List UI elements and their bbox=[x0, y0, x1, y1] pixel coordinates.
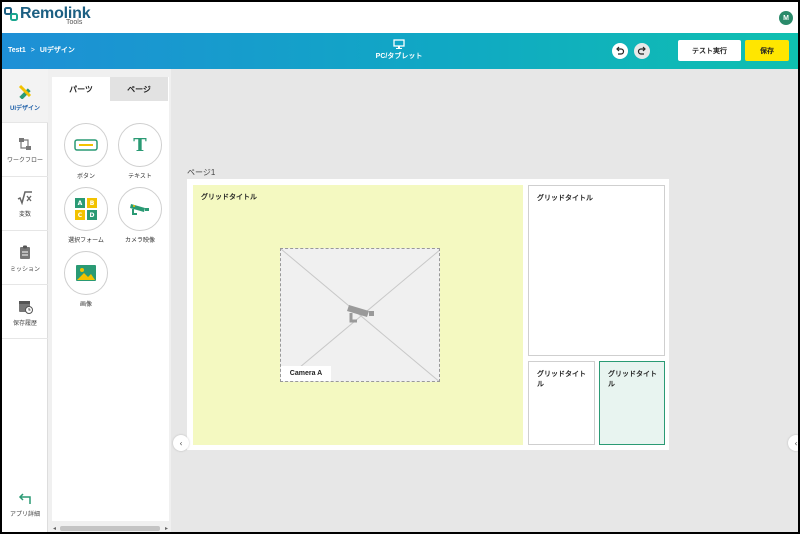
part-label: 画像 bbox=[79, 302, 92, 308]
grid-title: グリッドタイトル bbox=[201, 194, 257, 201]
button-icon bbox=[74, 139, 98, 151]
part-text[interactable]: T テキスト bbox=[116, 123, 164, 180]
scrollbar-thumb[interactable] bbox=[60, 526, 160, 531]
part-label: ボタン bbox=[76, 174, 95, 180]
scroll-right-arrow-icon[interactable]: ▸ bbox=[165, 525, 168, 532]
undo-icon bbox=[616, 46, 625, 55]
nav-item-workflow[interactable]: ワークフロー bbox=[2, 123, 48, 177]
text-icon: T bbox=[133, 134, 147, 156]
scroll-left-arrow-icon[interactable]: ◂ bbox=[53, 525, 56, 532]
nav-label: 変数 bbox=[18, 212, 31, 218]
part-camera-circle bbox=[118, 187, 162, 231]
grid-right-top[interactable]: グリッドタイトル bbox=[528, 185, 665, 356]
part-image-circle bbox=[64, 251, 108, 295]
part-button[interactable]: ボタン bbox=[62, 123, 110, 180]
camera-icon bbox=[130, 204, 149, 215]
camera-placeholder bbox=[281, 249, 439, 381]
page-label: ページ1 bbox=[187, 168, 216, 177]
redo-icon bbox=[637, 46, 646, 55]
clipboard-icon bbox=[20, 245, 30, 259]
nav-label: UIデザイン bbox=[9, 106, 40, 112]
design-canvas: ページ1 グリッドタイトル Camera A グリッドタイトル グリッドタイトル… bbox=[171, 69, 798, 532]
breadcrumb: Test1 > UIデザイン bbox=[8, 45, 75, 55]
chevron-left-icon: ‹ bbox=[794, 438, 798, 448]
collapse-left-button[interactable]: ‹ bbox=[173, 435, 189, 451]
tab-parts[interactable]: パーツ bbox=[52, 77, 110, 101]
parts-panel: パーツ ページ ボタン T テキスト A B C D 選択フォーム カメラ映像 … bbox=[48, 69, 171, 532]
grid-right-bottom-right-selected[interactable]: グリッドタイトル bbox=[599, 361, 665, 445]
collapse-right-button[interactable]: ‹ bbox=[788, 435, 798, 451]
remolink-logo-icon bbox=[4, 7, 18, 21]
undo-button[interactable] bbox=[612, 43, 628, 59]
nav-item-variables[interactable]: 変数 bbox=[2, 177, 48, 231]
grid-main[interactable]: グリッドタイトル Camera A bbox=[193, 185, 523, 445]
breadcrumb-separator: > bbox=[30, 46, 35, 54]
app-window: Remolink Tools M Test1 > UIデザイン PC/タブレット bbox=[2, 2, 798, 532]
nav-item-history[interactable]: 保存履歴 bbox=[2, 285, 48, 339]
nav-item-ui-design[interactable]: UIデザイン bbox=[2, 69, 48, 123]
nav-label: ワークフロー bbox=[6, 158, 43, 164]
breadcrumb-project[interactable]: Test1 bbox=[8, 47, 26, 54]
app-detail-label: アプリ詳細 bbox=[9, 512, 40, 518]
device-label: PC/タブレット bbox=[375, 53, 423, 60]
parts-panel-body: パーツ ページ ボタン T テキスト A B C D 選択フォーム カメラ映像 … bbox=[52, 77, 169, 521]
workflow-icon bbox=[19, 138, 31, 150]
monitor-icon bbox=[393, 39, 405, 49]
save-button[interactable]: 保存 bbox=[745, 40, 789, 61]
breadcrumb-current: UIデザイン bbox=[39, 47, 75, 54]
part-label: カメラ映像 bbox=[124, 238, 155, 244]
nav-item-mission[interactable]: ミッション bbox=[2, 231, 48, 285]
editor-header: Test1 > UIデザイン PC/タブレット テスト実行 保存 bbox=[2, 33, 798, 71]
tab-pages[interactable]: ページ bbox=[110, 77, 168, 101]
part-text-circle: T bbox=[118, 123, 162, 167]
nav-label: ミッション bbox=[9, 267, 40, 273]
panel-horizontal-scrollbar[interactable]: ◂ ▸ bbox=[52, 525, 169, 532]
device-selector[interactable]: PC/タブレット bbox=[372, 39, 426, 71]
left-nav: UIデザイン ワークフロー 変数 ミッション 保存履歴 アプリ詳細 bbox=[2, 69, 48, 532]
user-avatar[interactable]: M bbox=[779, 11, 793, 25]
page-frame[interactable]: グリッドタイトル Camera A グリッドタイトル グリッドタイトル グリッド… bbox=[187, 179, 669, 450]
grid-title: グリッドタイトル bbox=[537, 195, 593, 202]
chevron-left-icon: ‹ bbox=[179, 438, 183, 448]
select-form-icon: A B C D bbox=[75, 198, 97, 220]
grid-title: グリッドタイトル bbox=[537, 371, 586, 388]
part-label: テキスト bbox=[128, 174, 152, 180]
part-image[interactable]: 画像 bbox=[62, 251, 110, 308]
image-icon bbox=[76, 265, 96, 281]
calendar-clock-icon bbox=[18, 301, 33, 314]
grid-right-bottom-left[interactable]: グリッドタイトル bbox=[528, 361, 595, 445]
part-camera[interactable]: カメラ映像 bbox=[116, 187, 164, 244]
part-select-circle: A B C D bbox=[64, 187, 108, 231]
camera-label: Camera A bbox=[281, 366, 331, 381]
nav-label: 保存履歴 bbox=[12, 321, 37, 327]
sqrt-icon bbox=[17, 191, 32, 205]
back-arrow-icon bbox=[18, 493, 31, 504]
select-cell-a: A bbox=[75, 198, 85, 208]
panel-tabs: パーツ ページ bbox=[52, 77, 169, 101]
select-cell-b: B bbox=[87, 198, 97, 208]
part-select-form[interactable]: A B C D 選択フォーム bbox=[62, 187, 110, 244]
camera-view[interactable]: Camera A bbox=[280, 248, 440, 382]
part-label: 選択フォーム bbox=[68, 238, 104, 244]
test-run-button[interactable]: テスト実行 bbox=[678, 40, 741, 61]
select-cell-c: C bbox=[75, 210, 85, 220]
brand-subtitle: Tools bbox=[66, 19, 83, 26]
pencil-ruler-icon bbox=[18, 84, 32, 99]
app-detail-button[interactable]: アプリ詳細 bbox=[2, 493, 48, 518]
top-bar: Remolink Tools M bbox=[2, 2, 798, 33]
part-button-circle bbox=[64, 123, 108, 167]
grid-title: グリッドタイトル bbox=[608, 371, 657, 388]
redo-button[interactable] bbox=[634, 43, 650, 59]
camera-icon bbox=[347, 305, 374, 323]
select-cell-d: D bbox=[87, 210, 97, 220]
